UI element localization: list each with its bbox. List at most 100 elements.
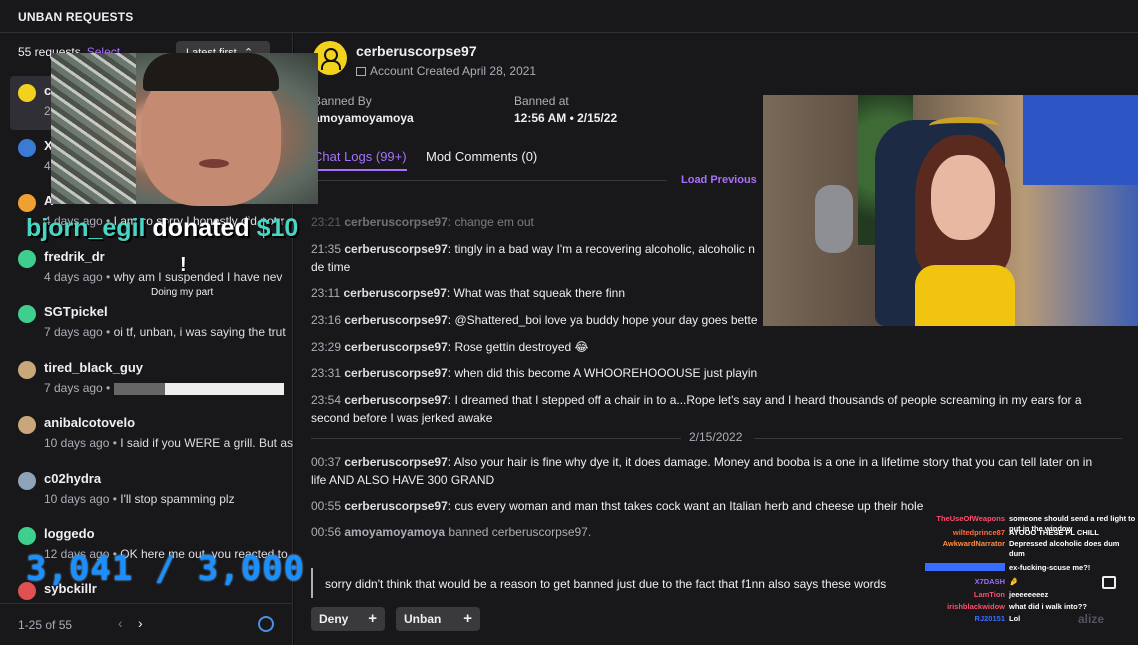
avatar [18, 194, 36, 212]
request-time: 4 [44, 159, 51, 173]
chat-log-line: life AND ALSO HAVE 300 GRAND [311, 471, 1106, 489]
hair [143, 53, 279, 91]
request-preview: I'll stop spamming plz [120, 492, 235, 506]
chevron-left-icon[interactable]: ‹ [118, 615, 123, 631]
chat-text: AYOOO THESE PL CHILL [1009, 528, 1100, 537]
webcam-overlay [51, 53, 318, 206]
divider [311, 438, 681, 439]
antler-headband [929, 117, 999, 135]
user-avatar [313, 41, 347, 75]
unban-button[interactable]: Unban + [396, 607, 480, 631]
request-time: 10 days ago [44, 492, 110, 506]
chat-username: irishblackwidow [947, 602, 1005, 611]
log-timestamp: 21:35 [311, 242, 342, 256]
account-created-text: Account Created April 28, 2021 [370, 64, 537, 78]
log-username[interactable]: cerberuscorpse97 [344, 455, 447, 469]
chat-text: ex-fucking-scuse me?! [1009, 563, 1091, 572]
divider [313, 180, 667, 181]
log-message: : What was that squeak there finn [446, 286, 625, 300]
avatar [18, 472, 36, 490]
log-message: : @Shattered_boi love ya buddy hope your… [447, 313, 758, 327]
chat-text: what did i walk into?? [1009, 602, 1087, 611]
chat-text: Lol [1009, 614, 1021, 623]
request-item[interactable]: SGTpickel 7 days ago • oi tf, unban, i wa… [10, 297, 293, 351]
log-timestamp: 00:56 [311, 525, 342, 539]
avatar [18, 416, 36, 434]
log-username[interactable]: cerberuscorpse97 [344, 313, 447, 327]
chat-username: LamTion [973, 590, 1005, 599]
log-message: : change em out [447, 215, 534, 229]
log-username[interactable]: cerberuscorpse97 [344, 340, 447, 354]
divider [754, 438, 1122, 439]
request-meta: 4 days ago • why am I suspended I have n… [44, 270, 293, 284]
request-time: 2 [44, 104, 51, 118]
request-preview: oi tf, unban, i was saying the trut [113, 325, 286, 339]
face [931, 155, 995, 240]
username[interactable]: cerberuscorpse97 [356, 43, 477, 59]
log-message: life AND ALSO HAVE 300 GRAND [311, 473, 495, 487]
calendar-icon [356, 67, 366, 76]
chat-username: AwkwardNarrator [942, 539, 1005, 548]
banned-at-value: 12:56 AM • 2/15/22 [514, 111, 618, 125]
separator-dot: • [109, 436, 121, 450]
log-username[interactable]: cerberuscorpse97 [344, 499, 447, 513]
donor-name: bjorn_egil [26, 214, 146, 242]
avatar [18, 84, 36, 102]
log-timestamp: 23:29 [311, 340, 342, 354]
date-separator: 2/15/2022 [689, 430, 743, 444]
request-username: c02hydra [44, 471, 102, 486]
chevron-right-icon[interactable]: › [138, 615, 143, 631]
log-timestamp: 23:54 [311, 393, 342, 407]
chat-message: ex-fucking-scuse me?! [925, 563, 1138, 574]
donation-exclamation: ! [180, 254, 187, 276]
chat-settings-icon[interactable] [1102, 576, 1116, 589]
tab-chat-logs[interactable]: Chat Logs (99+) [313, 149, 407, 171]
log-timestamp: 23:21 [311, 215, 342, 229]
goal-counter: 3,041 / 3,000 [26, 549, 306, 589]
deny-button[interactable]: Deny + [311, 607, 385, 631]
log-username[interactable]: cerberuscorpse97 [344, 242, 447, 256]
log-message: : tingly in a bad way I'm a recovering a… [447, 242, 755, 256]
log-message: : cus every woman and man thst takes coc… [447, 499, 924, 513]
log-username[interactable]: cerberuscorpse97 [344, 215, 447, 229]
chat-log-line: 00:37 cerberuscorpse97: Also your hair i… [311, 453, 1106, 471]
unban-label: Unban [404, 612, 442, 626]
plus-icon: + [368, 610, 377, 627]
log-username[interactable]: amoyamoyamoya [344, 525, 445, 539]
avatar [18, 250, 36, 268]
account-created: Account Created April 28, 2021 [356, 64, 536, 78]
blue-wall [1023, 95, 1138, 185]
load-previous-button[interactable]: Load Previous [681, 174, 757, 186]
deny-label: Deny [319, 612, 349, 626]
request-username: anibalcotovelo [44, 415, 136, 430]
request-meta: 10 days ago • I said if you WERE a grill… [44, 436, 293, 450]
redacted-preview [113, 382, 284, 395]
pagination: 1-25 of 55 ‹ › [0, 603, 293, 645]
log-message: : Also your hair is fine why dye it, it … [447, 455, 1093, 469]
request-item[interactable]: c02hydra 10 days ago • I'll stop spamming… [10, 464, 293, 518]
log-username[interactable]: cerberuscorpse97 [343, 286, 446, 300]
request-meta: 7 days ago • oi tf, unban, i was saying … [44, 325, 293, 339]
log-timestamp: 00:55 [311, 499, 342, 513]
tab-mod-comments[interactable]: Mod Comments (0) [426, 149, 537, 164]
request-item[interactable]: anibalcotovelo 10 days ago • I said if yo… [10, 408, 293, 462]
separator-dot: • [109, 492, 121, 506]
timer-icon[interactable] [258, 616, 274, 632]
request-username: loggedo [44, 526, 95, 541]
request-time: 7 days ago [44, 381, 103, 395]
chat-message: AwkwardNarrator Depressed alcoholic does … [925, 539, 1138, 559]
request-username: tired_black_guy [44, 360, 143, 375]
donation-alert: bjorn_egil donated $10 [26, 214, 298, 243]
shirt [915, 265, 1015, 326]
banned-by-label: Banned By [313, 94, 372, 108]
finalize-button[interactable]: alize [1078, 612, 1104, 626]
separator-dot: • [102, 381, 114, 395]
log-username[interactable]: cerberuscorpse97 [344, 393, 447, 407]
log-timestamp: 23:16 [311, 313, 342, 327]
log-message: second before I was jerked awake [311, 411, 493, 425]
log-username[interactable]: cerberuscorpse97 [344, 366, 447, 380]
top-bar: UNBAN REQUESTS [0, 0, 1138, 33]
request-preview: I said if you WERE a grill. But as [120, 436, 293, 450]
log-message: de time [311, 260, 351, 274]
request-item[interactable]: tired_black_guy 7 days ago • [10, 353, 293, 407]
